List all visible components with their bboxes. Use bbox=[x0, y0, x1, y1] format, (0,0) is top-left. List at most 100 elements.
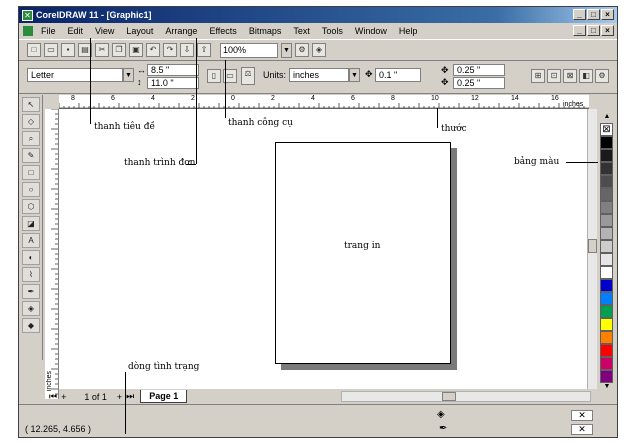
minimize-button[interactable]: _ bbox=[573, 9, 586, 20]
palette-swatch[interactable] bbox=[600, 253, 613, 266]
interactive-fill-tool-icon[interactable]: ◆ bbox=[22, 318, 40, 333]
palette-swatch[interactable] bbox=[600, 175, 613, 188]
treat-as-filled-icon[interactable]: ◧ bbox=[579, 69, 593, 83]
last-page-icon[interactable]: ⏭ bbox=[126, 391, 134, 402]
units-select[interactable]: inches bbox=[289, 68, 349, 82]
palette-swatch[interactable] bbox=[600, 279, 613, 292]
import-icon[interactable]: ⇩ bbox=[180, 43, 194, 57]
shape-tool-icon[interactable]: ◇ bbox=[22, 114, 40, 129]
palette-swatch[interactable] bbox=[600, 305, 613, 318]
paste-icon[interactable]: ▣ bbox=[129, 43, 143, 57]
portrait-icon[interactable]: ▯ bbox=[207, 69, 221, 83]
palette-swatch[interactable] bbox=[600, 292, 613, 305]
menu-edit[interactable]: Edit bbox=[68, 26, 84, 36]
copy-icon[interactable]: ❐ bbox=[112, 43, 126, 57]
menu-help[interactable]: Help bbox=[399, 26, 418, 36]
title-bar[interactable]: ✕ CorelDRAW 11 - [Graphic1] _ □ × bbox=[19, 7, 617, 23]
palette-swatch[interactable] bbox=[600, 149, 613, 162]
pick-tool-icon[interactable]: ↖ bbox=[22, 97, 40, 112]
palette-swatch[interactable] bbox=[600, 370, 613, 383]
menu-layout[interactable]: Layout bbox=[126, 26, 153, 36]
doc-minimize-button[interactable]: _ bbox=[573, 25, 586, 36]
align-page-icon[interactable]: ⊞ bbox=[531, 69, 545, 83]
palette-swatch[interactable] bbox=[600, 162, 613, 175]
first-page-icon[interactable]: ⏮ bbox=[49, 391, 57, 402]
page-tab[interactable]: Page 1 bbox=[140, 390, 188, 403]
horizontal-scroll-thumb[interactable] bbox=[442, 392, 456, 401]
cut-icon[interactable]: ✂ bbox=[95, 43, 109, 57]
options-icon[interactable]: ⚙ bbox=[595, 69, 609, 83]
horizontal-ruler[interactable]: 8 6 4 2 0 2 4 6 8 10 12 14 16 inches bbox=[59, 95, 589, 109]
vertical-scrollbar[interactable] bbox=[587, 109, 597, 389]
polygon-tool-icon[interactable]: ⬡ bbox=[22, 199, 40, 214]
undo-icon[interactable]: ↶ bbox=[146, 43, 160, 57]
outline-none-swatch-icon[interactable]: ✕ bbox=[571, 424, 593, 435]
eyedropper-tool-icon[interactable]: ⌇ bbox=[22, 267, 40, 282]
palette-swatch[interactable] bbox=[600, 240, 613, 253]
vertical-ruler[interactable]: inches bbox=[45, 109, 59, 399]
palette-swatch[interactable] bbox=[600, 318, 613, 331]
save-icon[interactable]: ▪ bbox=[61, 43, 75, 57]
application-launcher-icon[interactable]: ⚙ bbox=[295, 43, 309, 57]
basic-shapes-tool-icon[interactable]: ◪ bbox=[22, 216, 40, 231]
palette-swatch[interactable] bbox=[600, 357, 613, 370]
text-tool-icon[interactable]: A bbox=[22, 233, 40, 248]
zoom-level-field[interactable]: 100% bbox=[220, 42, 278, 58]
outline-tool-icon[interactable]: ✒ bbox=[22, 284, 40, 299]
add-page-before-icon[interactable]: + bbox=[61, 392, 66, 402]
fill-none-swatch-icon[interactable]: ✕ bbox=[571, 410, 593, 421]
menu-text[interactable]: Text bbox=[293, 26, 310, 36]
paper-size-dropdown-button[interactable]: ▼ bbox=[123, 68, 134, 82]
doc-close-button[interactable]: × bbox=[601, 25, 614, 36]
zoom-dropdown-button[interactable]: ▼ bbox=[281, 42, 292, 58]
redo-icon[interactable]: ↷ bbox=[163, 43, 177, 57]
menu-window[interactable]: Window bbox=[355, 26, 387, 36]
duplicate-y-field[interactable]: 0.25 " bbox=[453, 77, 505, 89]
freehand-tool-icon[interactable]: ✎ bbox=[22, 148, 40, 163]
no-color-swatch-icon[interactable]: ⊠ bbox=[600, 123, 613, 136]
duplicate-x-field[interactable]: 0.25 " bbox=[453, 64, 505, 76]
units-dropdown-button[interactable]: ▼ bbox=[349, 68, 360, 82]
zoom-tool-icon[interactable]: ⌕ bbox=[22, 131, 40, 146]
nudge-offset-field[interactable]: 0.1 " bbox=[375, 68, 421, 82]
palette-swatch[interactable] bbox=[600, 188, 613, 201]
menu-effects[interactable]: Effects bbox=[209, 26, 236, 36]
palette-swatch[interactable] bbox=[600, 227, 613, 240]
palette-swatch[interactable] bbox=[600, 266, 613, 279]
printable-page[interactable]: trang in bbox=[275, 142, 451, 364]
document-icon[interactable] bbox=[23, 26, 33, 36]
snap-grid-icon[interactable]: ⊡ bbox=[547, 69, 561, 83]
vertical-scroll-thumb[interactable] bbox=[588, 239, 597, 253]
close-button[interactable]: × bbox=[601, 9, 614, 20]
palette-swatch[interactable] bbox=[600, 344, 613, 357]
menu-bitmaps[interactable]: Bitmaps bbox=[249, 26, 282, 36]
export-icon[interactable]: ⇧ bbox=[197, 43, 211, 57]
menu-arrange[interactable]: Arrange bbox=[165, 26, 197, 36]
palette-swatch[interactable] bbox=[600, 214, 613, 227]
palette-swatch[interactable] bbox=[600, 331, 613, 344]
menu-file[interactable]: File bbox=[41, 26, 56, 36]
palette-swatch[interactable] bbox=[600, 136, 613, 149]
horizontal-scrollbar[interactable] bbox=[341, 391, 591, 402]
page-height-field[interactable]: 11.0 " bbox=[147, 77, 199, 89]
maximize-button[interactable]: □ bbox=[587, 9, 600, 20]
ellipse-tool-icon[interactable]: ○ bbox=[22, 182, 40, 197]
fill-tool-icon[interactable]: ◈ bbox=[22, 301, 40, 316]
paper-size-select[interactable]: Letter bbox=[27, 68, 123, 82]
page-width-field[interactable]: 8.5 " bbox=[147, 64, 199, 76]
new-document-icon[interactable]: □ bbox=[27, 43, 41, 57]
corel-online-icon[interactable]: ◈ bbox=[312, 43, 326, 57]
menu-view[interactable]: View bbox=[95, 26, 114, 36]
palette-scroll-down-icon[interactable]: ▼ bbox=[599, 383, 615, 393]
doc-restore-button[interactable]: □ bbox=[587, 25, 600, 36]
scale-icon[interactable]: ⚖ bbox=[241, 67, 255, 85]
snap-objects-icon[interactable]: ⊠ bbox=[563, 69, 577, 83]
rectangle-tool-icon[interactable]: □ bbox=[22, 165, 40, 180]
open-icon[interactable]: ▭ bbox=[44, 43, 58, 57]
palette-scroll-up-icon[interactable]: ▲ bbox=[599, 113, 615, 123]
interactive-blend-tool-icon[interactable]: ◐ bbox=[22, 250, 40, 265]
menu-tools[interactable]: Tools bbox=[322, 26, 343, 36]
palette-swatch[interactable] bbox=[600, 201, 613, 214]
drawing-canvas[interactable]: trang in bbox=[59, 109, 595, 389]
add-page-after-icon[interactable]: + bbox=[117, 392, 122, 402]
